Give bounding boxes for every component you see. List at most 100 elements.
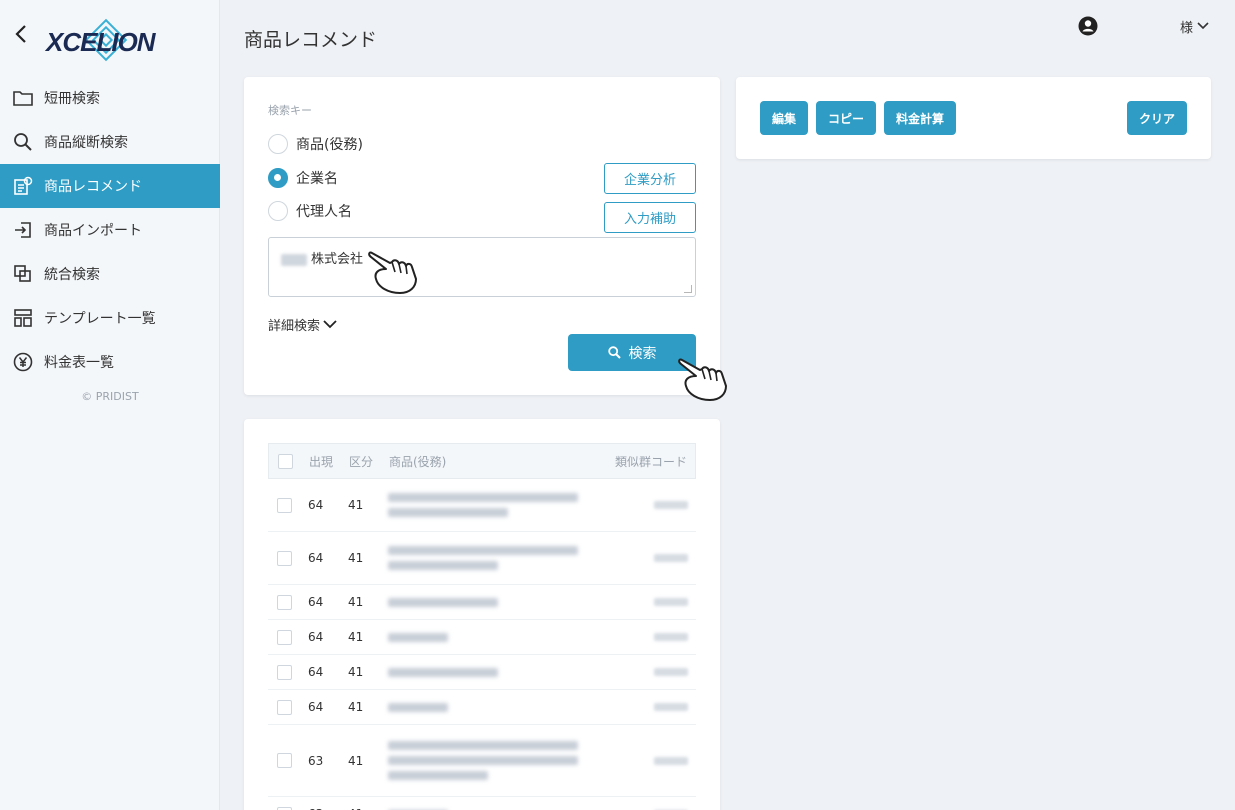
table-row[interactable]: 64 41: [268, 479, 696, 532]
product-cell-redacted: [380, 540, 616, 576]
detail-search-label: 詳細検索: [268, 319, 321, 334]
detail-search-toggle[interactable]: 詳細検索: [268, 315, 337, 334]
class-cell: 41: [348, 753, 364, 768]
chevron-down-icon: [323, 320, 337, 329]
clear-button[interactable]: クリア: [1127, 101, 1187, 135]
table-row[interactable]: 6341: [268, 797, 696, 810]
row-checkbox[interactable]: [276, 550, 292, 566]
table-body: 64416441644164416441644163416341: [268, 479, 696, 810]
class-cell: 41: [348, 551, 364, 565]
row-checkbox[interactable]: [276, 699, 292, 715]
account-icon[interactable]: [1078, 16, 1098, 36]
sidebar-nav: 短冊検索 商品縦断検索 商品レコメンド 商品インポート 統合検索 テンプレート一…: [0, 76, 220, 384]
radio-circle: [268, 168, 288, 188]
occurrence-cell: 64: [308, 700, 324, 714]
merge-icon: [12, 263, 34, 285]
class-cell: 41: [348, 700, 364, 714]
fee-calc-button[interactable]: 料金計算: [884, 101, 956, 135]
row-checkbox[interactable]: [276, 629, 292, 645]
sidebar-item-product-import[interactable]: 商品インポート: [0, 208, 220, 252]
radio-label: 企業名: [296, 171, 338, 187]
product-cell-redacted: [380, 662, 616, 683]
sidebar-item-label: 短冊検索: [44, 91, 100, 107]
product-cell-redacted: [380, 592, 616, 613]
column-header: 出現: [309, 454, 334, 469]
resize-handle[interactable]: [684, 285, 692, 293]
chevron-down-icon: [1197, 22, 1209, 30]
class-cell: 41: [348, 498, 364, 512]
radio-product[interactable]: 商品(役務): [268, 134, 363, 154]
user-area: 様: [1078, 16, 1209, 36]
occurrence-cell: 64: [308, 665, 324, 679]
similar-group-code-redacted: [616, 551, 696, 565]
redacted-text: [281, 253, 307, 266]
sidebar-item-label: 商品インポート: [44, 223, 142, 239]
action-panel: 編集 コピー 料金計算 クリア: [736, 77, 1211, 159]
sidebar-item-label: テンプレート一覧: [44, 311, 156, 327]
back-chevron-icon[interactable]: [14, 24, 34, 46]
table-row[interactable]: 64 41: [268, 532, 696, 585]
occurrence-cell: 64: [308, 630, 324, 644]
product-cell-redacted: [380, 735, 616, 786]
row-checkbox[interactable]: [276, 497, 292, 513]
table-row[interactable]: 64 41: [268, 690, 696, 725]
table-row[interactable]: 64 41: [268, 620, 696, 655]
sidebar-item-tanzaku-search[interactable]: 短冊検索: [0, 76, 220, 120]
similar-group-code-redacted: [616, 630, 696, 644]
edit-button[interactable]: 編集: [760, 101, 808, 135]
table-row[interactable]: 63 41: [268, 725, 696, 797]
search-key-label: 検索キー: [268, 104, 312, 117]
import-icon: [12, 219, 34, 241]
svg-text:XCELION: XCELION: [44, 27, 157, 57]
recommend-icon: [12, 175, 34, 197]
sidebar-item-label: 料金表一覧: [44, 355, 114, 371]
occurrence-cell: 64: [308, 595, 324, 609]
column-header: 類似群コード: [615, 454, 688, 469]
occurrence-cell: 64: [308, 498, 324, 512]
user-menu[interactable]: 様: [1180, 17, 1209, 36]
similar-group-code-redacted: [616, 754, 696, 768]
table-row[interactable]: 64 41: [268, 585, 696, 620]
similar-group-code-redacted: [616, 700, 696, 714]
row-checkbox[interactable]: [276, 664, 292, 680]
results-table: 出現 区分 商品(役務) 類似群コード 64 41 64 41 64 41 64 41 64 41…: [268, 443, 696, 810]
radio-label: 代理人名: [296, 204, 352, 220]
sidebar-item-label: 商品レコメンド: [44, 179, 142, 195]
sidebar-item-integrated-search[interactable]: 統合検索: [0, 252, 220, 296]
search-icon: [12, 131, 34, 153]
radio-circle: [268, 134, 288, 154]
xcelion-logo: XCELION: [44, 18, 158, 62]
product-cell-redacted: [380, 627, 616, 648]
copyright: © PRIDIST: [81, 390, 139, 403]
radio-company[interactable]: 企業名: [268, 168, 338, 188]
row-checkbox[interactable]: [276, 594, 292, 610]
similar-group-code-redacted: [616, 498, 696, 512]
yen-icon: [12, 351, 34, 373]
row-checkbox[interactable]: [276, 753, 292, 768]
select-all-checkbox[interactable]: [277, 453, 293, 469]
row-checkbox[interactable]: [276, 806, 292, 810]
radio-agent[interactable]: 代理人名: [268, 201, 352, 221]
similar-group-code-redacted: [616, 595, 696, 609]
search-query-input[interactable]: 株式会社: [268, 237, 696, 297]
sidebar-item-product-recommend[interactable]: 商品レコメンド: [0, 164, 220, 208]
occurrence-cell: 63: [308, 753, 324, 768]
brand: XCELION: [8, 18, 208, 62]
product-cell-redacted: [380, 804, 616, 810]
sidebar-item-product-search[interactable]: 商品縦断検索: [0, 120, 220, 164]
radio-circle: [268, 201, 288, 221]
table-header: 出現 区分 商品(役務) 類似群コード: [268, 443, 696, 479]
input-assist-button[interactable]: 入力補助: [604, 202, 696, 233]
occurrence-cell: 64: [308, 551, 324, 565]
query-text: 株式会社: [311, 252, 364, 267]
company-analysis-button[interactable]: 企業分析: [604, 163, 696, 194]
pointer-hand-icon: [368, 251, 417, 294]
class-cell: 41: [348, 630, 364, 644]
class-cell: 41: [348, 665, 364, 679]
search-button-label: 検索: [628, 345, 657, 362]
sidebar-item-fee-list[interactable]: 料金表一覧: [0, 340, 220, 384]
sidebar: XCELION 短冊検索 商品縦断検索 商品レコメンド 商品インポート 統合検索…: [0, 0, 220, 810]
sidebar-item-template-list[interactable]: テンプレート一覧: [0, 296, 220, 340]
table-row[interactable]: 64 41: [268, 655, 696, 690]
copy-button[interactable]: コピー: [816, 101, 876, 135]
